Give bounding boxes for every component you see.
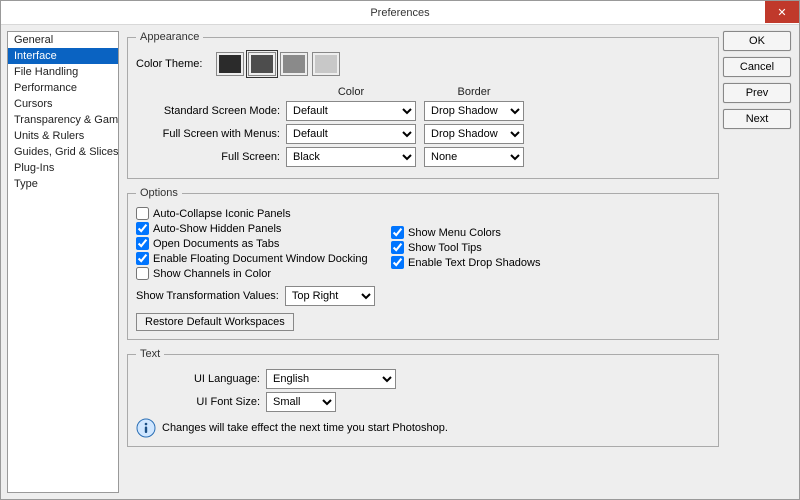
ok-button[interactable]: OK bbox=[723, 31, 791, 51]
options-group: Options Auto-Collapse Iconic Panels Auto… bbox=[127, 187, 719, 340]
column-header-border: Border bbox=[424, 86, 524, 98]
info-text: Changes will take effect the next time y… bbox=[162, 422, 448, 434]
fullscreen-menus-label: Full Screen with Menus: bbox=[136, 128, 286, 140]
column-header-color: Color bbox=[286, 86, 416, 98]
sidebar-item-general[interactable]: General bbox=[8, 32, 118, 48]
main-panel: Appearance Color Theme: Color Border bbox=[119, 25, 723, 499]
opt-auto-collapse[interactable] bbox=[136, 207, 149, 220]
sidebar-item-interface[interactable]: Interface bbox=[8, 48, 118, 64]
prev-button[interactable]: Prev bbox=[723, 83, 791, 103]
fullscreen-menus-color-select[interactable]: Default bbox=[286, 124, 416, 144]
opt-menu-colors[interactable] bbox=[391, 226, 404, 239]
sidebar-item-guides-grid-slices[interactable]: Guides, Grid & Slices bbox=[8, 144, 118, 160]
text-legend: Text bbox=[136, 348, 164, 360]
action-buttons-column: OK Cancel Prev Next bbox=[723, 25, 799, 499]
titlebar: Preferences ✕ bbox=[1, 1, 799, 25]
next-button[interactable]: Next bbox=[723, 109, 791, 129]
ui-font-size-label: UI Font Size: bbox=[136, 396, 266, 408]
fullscreen-menus-border-select[interactable]: Drop Shadow bbox=[424, 124, 524, 144]
opt-auto-collapse-label: Auto-Collapse Iconic Panels bbox=[153, 208, 291, 220]
theme-swatch-2[interactable] bbox=[248, 52, 276, 76]
opt-open-tabs[interactable] bbox=[136, 237, 149, 250]
close-icon: ✕ bbox=[777, 7, 786, 19]
opt-tooltips[interactable] bbox=[391, 241, 404, 254]
opt-open-tabs-label: Open Documents as Tabs bbox=[153, 238, 279, 250]
close-button[interactable]: ✕ bbox=[765, 1, 799, 23]
opt-auto-show[interactable] bbox=[136, 222, 149, 235]
opt-text-shadows-label: Enable Text Drop Shadows bbox=[408, 257, 541, 269]
fullscreen-border-select[interactable]: None bbox=[424, 147, 524, 167]
standard-screen-border-select[interactable]: Drop Shadow bbox=[424, 101, 524, 121]
theme-swatch-3[interactable] bbox=[280, 52, 308, 76]
color-theme-label: Color Theme: bbox=[136, 58, 216, 70]
theme-swatch-1[interactable] bbox=[216, 52, 244, 76]
opt-auto-show-label: Auto-Show Hidden Panels bbox=[153, 223, 281, 235]
info-icon bbox=[136, 418, 156, 438]
standard-screen-color-select[interactable]: Default bbox=[286, 101, 416, 121]
text-group: Text UI Language: English UI Font Size: … bbox=[127, 348, 719, 447]
appearance-legend: Appearance bbox=[136, 31, 203, 43]
cancel-button[interactable]: Cancel bbox=[723, 57, 791, 77]
window-body: General Interface File Handling Performa… bbox=[1, 25, 799, 499]
opt-menu-colors-label: Show Menu Colors bbox=[408, 227, 501, 239]
window-title: Preferences bbox=[370, 7, 429, 19]
color-theme-swatches bbox=[216, 52, 340, 76]
ui-language-select[interactable]: English bbox=[266, 369, 396, 389]
opt-tooltips-label: Show Tool Tips bbox=[408, 242, 482, 254]
sidebar-item-transparency-gamut[interactable]: Transparency & Gamut bbox=[8, 112, 118, 128]
sidebar-item-file-handling[interactable]: File Handling bbox=[8, 64, 118, 80]
restore-workspaces-button[interactable]: Restore Default Workspaces bbox=[136, 313, 294, 331]
opt-floating-dock-label: Enable Floating Document Window Docking bbox=[153, 253, 368, 265]
transform-values-label: Show Transformation Values: bbox=[136, 290, 285, 302]
opt-channels-color[interactable] bbox=[136, 267, 149, 280]
sidebar-item-performance[interactable]: Performance bbox=[8, 80, 118, 96]
ui-font-size-select[interactable]: Small bbox=[266, 392, 336, 412]
opt-text-shadows[interactable] bbox=[391, 256, 404, 269]
sidebar-item-plugins[interactable]: Plug-Ins bbox=[8, 160, 118, 176]
sidebar-item-units-rulers[interactable]: Units & Rulers bbox=[8, 128, 118, 144]
fullscreen-label: Full Screen: bbox=[136, 151, 286, 163]
theme-swatch-4[interactable] bbox=[312, 52, 340, 76]
fullscreen-color-select[interactable]: Black bbox=[286, 147, 416, 167]
transform-values-select[interactable]: Top Right bbox=[285, 286, 375, 306]
options-legend: Options bbox=[136, 187, 182, 199]
category-sidebar: General Interface File Handling Performa… bbox=[7, 31, 119, 493]
standard-screen-label: Standard Screen Mode: bbox=[136, 105, 286, 117]
sidebar-item-type[interactable]: Type bbox=[8, 176, 118, 192]
appearance-group: Appearance Color Theme: Color Border bbox=[127, 31, 719, 179]
ui-language-label: UI Language: bbox=[136, 373, 266, 385]
opt-channels-color-label: Show Channels in Color bbox=[153, 268, 271, 280]
preferences-window: Preferences ✕ General Interface File Han… bbox=[0, 0, 800, 500]
opt-floating-dock[interactable] bbox=[136, 252, 149, 265]
sidebar-item-cursors[interactable]: Cursors bbox=[8, 96, 118, 112]
